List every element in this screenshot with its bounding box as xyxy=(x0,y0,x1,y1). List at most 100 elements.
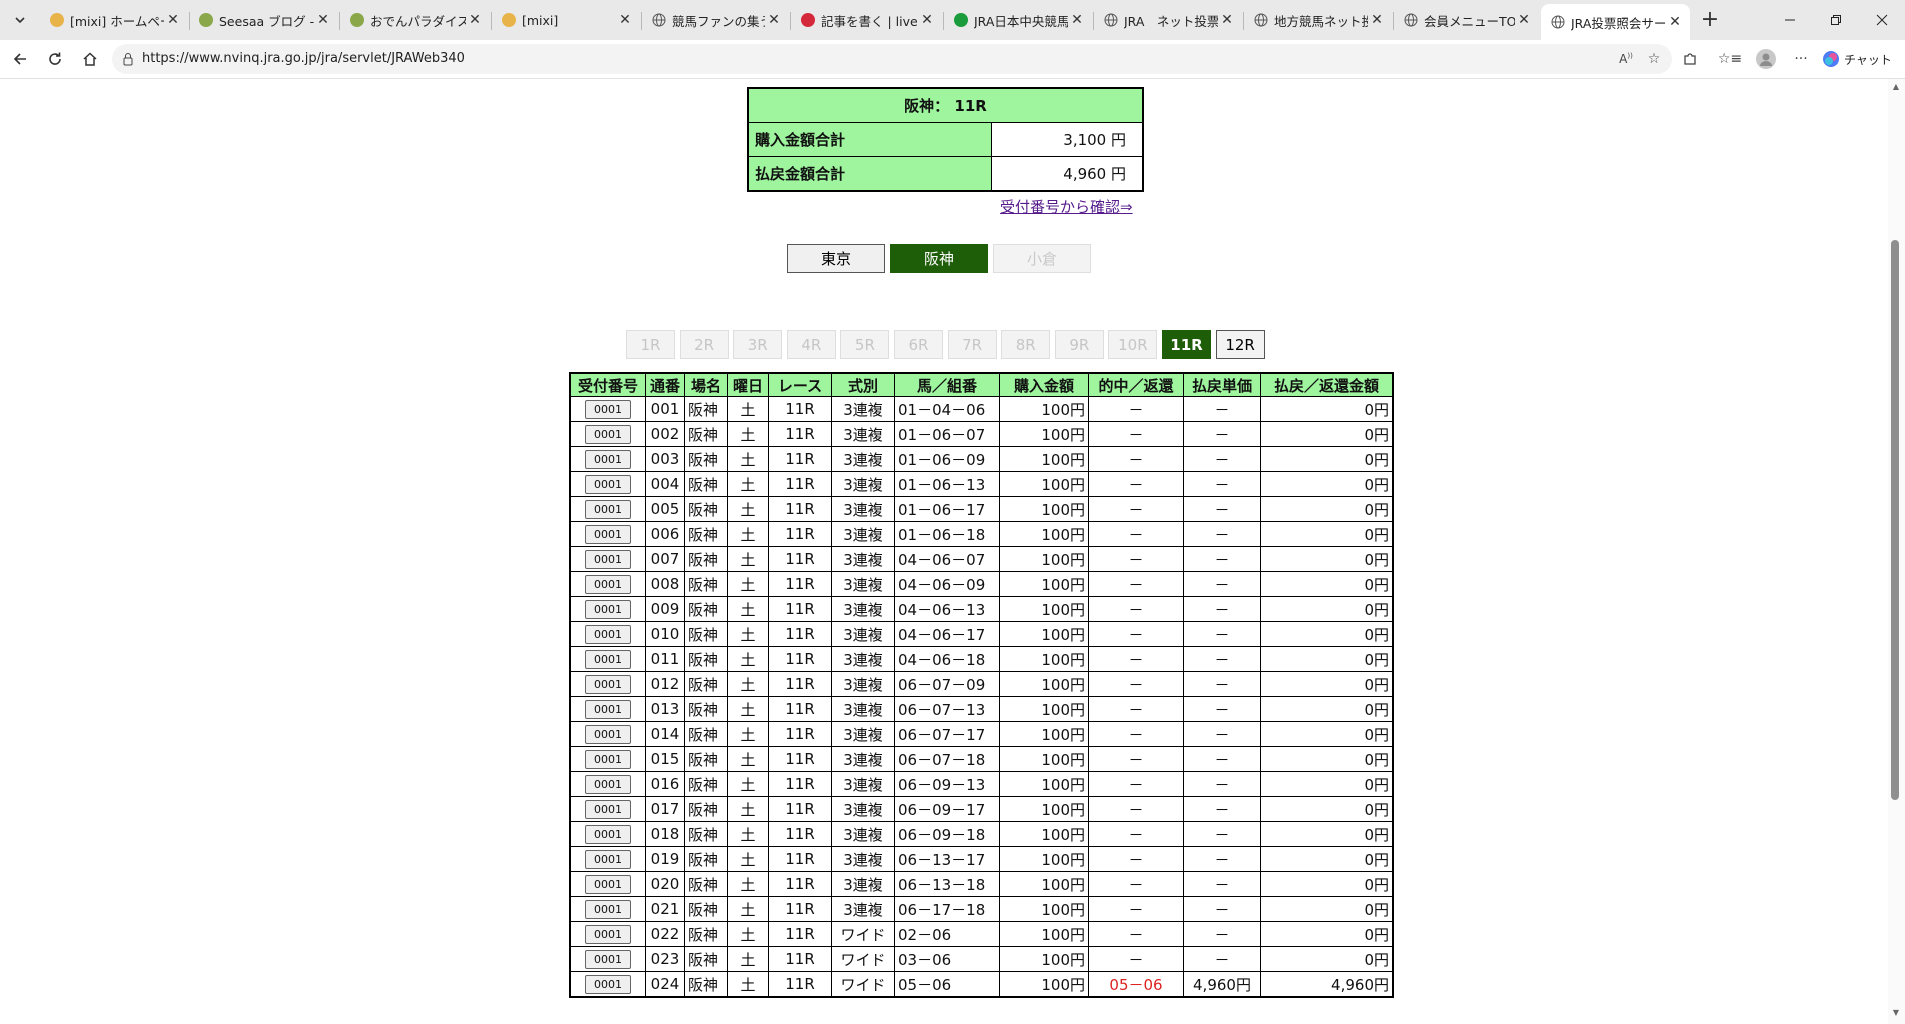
home-button[interactable] xyxy=(76,45,104,73)
receipt-number-button[interactable]: 0001 xyxy=(585,950,631,969)
browser-tab[interactable]: 会員メニューTOP | C✕ xyxy=(1394,4,1539,36)
table-cell: 0円 xyxy=(1260,621,1394,647)
receipt-number-button[interactable]: 0001 xyxy=(585,875,631,894)
extensions-button[interactable] xyxy=(1677,46,1703,72)
settings-more-button[interactable]: ··· xyxy=(1788,46,1814,72)
table-cell: － xyxy=(1183,571,1261,597)
receipt-number-button[interactable]: 0001 xyxy=(585,525,631,544)
table-cell: 0円 xyxy=(1260,721,1394,747)
table-cell: － xyxy=(1088,396,1184,422)
receipt-number-button[interactable]: 0001 xyxy=(585,600,631,619)
close-tab-icon[interactable]: ✕ xyxy=(314,12,332,28)
close-tab-icon[interactable]: ✕ xyxy=(616,12,634,28)
receipt-number-button[interactable]: 0001 xyxy=(585,850,631,869)
table-cell: － xyxy=(1183,546,1261,572)
browser-tab[interactable]: [mixi] ホームページ変✕ xyxy=(40,4,188,36)
favorites-button[interactable]: ☆≡ xyxy=(1717,46,1743,72)
scroll-up-arrow-icon[interactable]: ▲ xyxy=(1891,82,1901,92)
table-cell: － xyxy=(1088,421,1184,447)
browser-tab[interactable]: JRA ネット投票 ✕ xyxy=(1094,4,1242,36)
table-cell: 11R xyxy=(768,671,832,697)
table-cell: 04－06－07 xyxy=(894,546,1000,572)
scroll-down-arrow-icon[interactable]: ▼ xyxy=(1891,1008,1901,1018)
table-cell: － xyxy=(1088,446,1184,472)
browser-tab[interactable]: JRA投票照会サービ✕ xyxy=(1541,4,1690,40)
favorite-button[interactable]: ☆ xyxy=(1641,46,1667,72)
table-row: 0001 005 阪神土 11R 3連複 01－06－17 100円－－ 0円 xyxy=(569,496,1394,522)
browser-tab[interactable]: [mixi] ✕ xyxy=(492,4,640,36)
close-tab-icon[interactable]: ✕ xyxy=(1515,12,1533,28)
browser-tab[interactable]: JRA日本中央競馬 ✕ xyxy=(944,4,1092,36)
receipt-number-button[interactable]: 0001 xyxy=(585,900,631,919)
column-header: 式別 xyxy=(831,372,895,397)
table-cell: 021 xyxy=(645,896,685,922)
table-cell: 土 xyxy=(727,396,769,422)
table-row: 0001 003 阪神土 11R 3連複 01－06－09 100円－－ 0円 xyxy=(569,446,1394,472)
race-button[interactable]: 11R xyxy=(1162,330,1211,359)
receipt-number-button[interactable]: 0001 xyxy=(585,400,631,419)
close-tab-icon[interactable]: ✕ xyxy=(765,12,783,28)
tab-title: 記事を書く | livedo xyxy=(821,13,918,29)
new-tab-button[interactable]: + xyxy=(1696,6,1724,34)
receipt-number-button[interactable]: 0001 xyxy=(585,750,631,769)
close-tab-icon[interactable]: ✕ xyxy=(164,12,182,28)
read-aloud-icon: A)) xyxy=(1619,52,1633,66)
venue-button[interactable]: 東京 xyxy=(787,244,885,273)
table-cell: 土 xyxy=(727,621,769,647)
table-cell: 阪神 xyxy=(684,621,728,647)
receipt-number-button[interactable]: 0001 xyxy=(585,425,631,444)
receipt-number-button[interactable]: 0001 xyxy=(585,500,631,519)
copilot-label: チャット xyxy=(1844,52,1892,67)
reload-button[interactable] xyxy=(41,45,69,73)
table-cell: 土 xyxy=(727,946,769,972)
confirm-by-receipt-link[interactable]: 受付番号から確認⇒ xyxy=(1000,196,1133,217)
read-aloud-button[interactable]: A)) xyxy=(1613,46,1639,72)
receipt-number-button[interactable]: 0001 xyxy=(585,450,631,469)
url-field[interactable]: https://www.nvinq.jra.go.jp/jra/servlet/… xyxy=(112,44,1672,74)
receipt-number-button[interactable]: 0001 xyxy=(585,550,631,569)
venue-button[interactable]: 阪神 xyxy=(890,244,988,273)
restore-button[interactable] xyxy=(1813,0,1859,40)
receipt-number-button[interactable]: 0001 xyxy=(585,575,631,594)
receipt-number-button[interactable]: 0001 xyxy=(585,675,631,694)
receipt-number-button[interactable]: 0001 xyxy=(585,725,631,744)
close-tab-icon[interactable]: ✕ xyxy=(1368,12,1386,28)
receipt-number-button[interactable]: 0001 xyxy=(585,475,631,494)
browser-tab[interactable]: 地方競馬ネット投票✕ xyxy=(1244,4,1392,36)
receipt-number-button[interactable]: 0001 xyxy=(585,650,631,669)
race-button[interactable]: 12R xyxy=(1215,330,1265,359)
close-window-button[interactable] xyxy=(1859,0,1905,40)
close-tab-icon[interactable]: ✕ xyxy=(466,12,484,28)
close-tab-icon[interactable]: ✕ xyxy=(918,12,936,28)
bets-table-header: 受付番号 通番 場名 曜日 レース 式別 馬／組番 購入金額 的中／返還 払戻単価 払戻／返還金額 xyxy=(569,372,1394,397)
table-cell: 土 xyxy=(727,721,769,747)
globe-icon xyxy=(652,13,666,27)
table-cell: 阪神 xyxy=(684,871,728,897)
table-cell: 11R xyxy=(768,796,832,822)
receipt-number-button[interactable]: 0001 xyxy=(585,625,631,644)
profile-button[interactable] xyxy=(1753,46,1779,72)
table-cell: 02－06 xyxy=(894,921,1000,947)
back-button[interactable] xyxy=(6,45,34,73)
table-cell: － xyxy=(1088,621,1184,647)
copilot-button[interactable]: チャット xyxy=(1822,46,1898,72)
receipt-number-button[interactable]: 0001 xyxy=(585,825,631,844)
close-tab-icon[interactable]: ✕ xyxy=(1218,12,1236,28)
purchase-total-label: 購入金額合計 xyxy=(747,122,992,157)
browser-tab[interactable]: おでんパラダイスなら✕ xyxy=(340,4,490,36)
close-tab-icon[interactable]: ✕ xyxy=(1666,14,1684,30)
close-tab-icon[interactable]: ✕ xyxy=(1068,12,1086,28)
receipt-number-button[interactable]: 0001 xyxy=(585,700,631,719)
minimize-button[interactable] xyxy=(1767,0,1813,40)
receipt-number-button[interactable]: 0001 xyxy=(585,925,631,944)
browser-tab[interactable]: 競馬ファンの集う店✕ xyxy=(642,4,789,36)
receipt-number-button[interactable]: 0001 xyxy=(585,975,631,994)
browser-tab[interactable]: 記事を書く | livedo✕ xyxy=(791,4,942,36)
table-row: 0001 010 阪神土 11R 3連複 04－06－17 100円－－ 0円 xyxy=(569,621,1394,647)
table-row: 0001 013 阪神土 11R 3連複 06－07－13 100円－－ 0円 xyxy=(569,696,1394,722)
browser-tab[interactable]: Seesaa ブログ - 無料✕ xyxy=(189,4,338,36)
tab-actions-menu-button[interactable] xyxy=(6,6,34,34)
receipt-number-button[interactable]: 0001 xyxy=(585,775,631,794)
receipt-number-button[interactable]: 0001 xyxy=(585,800,631,819)
scrollbar-thumb[interactable] xyxy=(1891,240,1899,800)
